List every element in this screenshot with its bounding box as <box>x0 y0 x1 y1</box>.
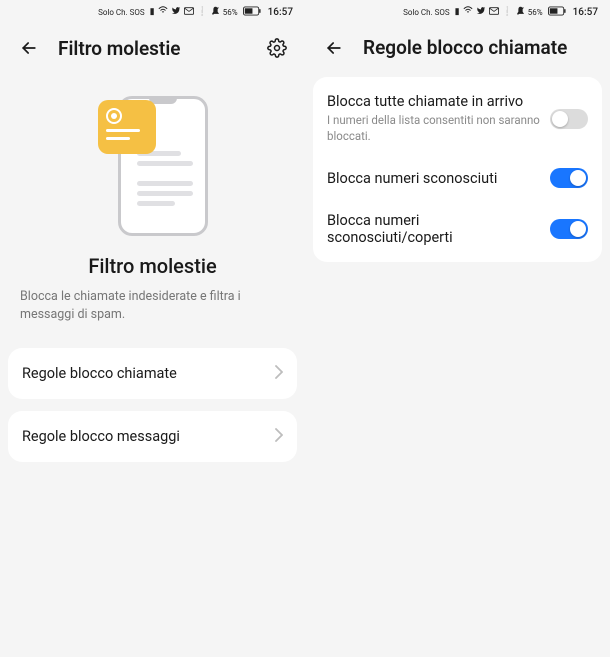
screen-left: Solo Ch. SOS ▮ ❕ 56% 16:57 Filtro molest… <box>0 0 305 657</box>
setting-block-hidden: Blocca numeri sconosciuti/coperti <box>313 200 602 258</box>
settings-card: Blocca tutte chiamate in arrivo I numeri… <box>313 77 602 262</box>
header: Filtro molestie <box>0 24 305 74</box>
setting-subtitle: I numeri della lista consentiti non sara… <box>327 113 540 144</box>
back-button[interactable] <box>18 37 40 59</box>
back-button[interactable] <box>323 37 345 59</box>
header: Regole blocco chiamate <box>305 24 610 73</box>
status-time: 16:57 <box>573 7 598 18</box>
hero-subtitle: Blocca le chiamate indesiderate e filtra… <box>20 288 285 324</box>
status-bar: Solo Ch. SOS ▮ ❕ 56% 16:57 <box>0 0 305 24</box>
status-battery-pct: 56% <box>223 8 238 17</box>
twitter-icon <box>476 6 486 18</box>
status-carrier: Solo Ch. SOS <box>403 8 450 17</box>
alert-icon: ❕ <box>502 8 513 17</box>
toggle-block-unknown[interactable] <box>550 168 588 188</box>
chevron-right-icon <box>275 427 283 446</box>
rules-message-item[interactable]: Regole blocco messaggi <box>8 411 297 462</box>
mute-icon <box>211 6 220 19</box>
setting-title: Blocca numeri sconosciuti <box>327 170 540 187</box>
status-battery-pct: 56% <box>528 8 543 17</box>
sim-icon: ▮ <box>455 8 460 17</box>
setting-title: Blocca numeri sconosciuti/coperti <box>327 212 540 246</box>
alert-icon: ❕ <box>197 8 208 17</box>
status-carrier: Solo Ch. SOS <box>98 8 145 17</box>
toggle-block-all-incoming[interactable] <box>550 109 588 129</box>
sim-icon: ▮ <box>150 8 155 17</box>
setting-title: Blocca tutte chiamate in arrivo <box>327 93 540 110</box>
hero-illustration <box>98 86 208 236</box>
page-title: Regole blocco chiamate <box>363 36 594 59</box>
list-item-label: Regole blocco messaggi <box>22 428 180 445</box>
rules-list: Regole blocco chiamate Regole blocco mes… <box>0 330 305 462</box>
wifi-icon <box>158 6 168 18</box>
toggle-block-hidden[interactable] <box>550 219 588 239</box>
mail-icon <box>489 7 499 18</box>
twitter-icon <box>171 6 181 18</box>
setting-block-all-incoming: Blocca tutte chiamate in arrivo I numeri… <box>313 81 602 156</box>
battery-icon <box>548 6 566 19</box>
wifi-icon <box>463 6 473 18</box>
setting-block-unknown: Blocca numeri sconosciuti <box>313 156 602 200</box>
page-title: Filtro molestie <box>58 37 265 60</box>
status-time: 16:57 <box>268 7 293 18</box>
battery-icon <box>243 6 261 19</box>
mail-icon <box>184 7 194 18</box>
rules-call-item[interactable]: Regole blocco chiamate <box>8 348 297 399</box>
settings-button[interactable] <box>265 36 289 60</box>
hero-section: Filtro molestie Blocca le chiamate indes… <box>0 74 305 330</box>
list-item-label: Regole blocco chiamate <box>22 365 177 382</box>
chevron-right-icon <box>275 364 283 383</box>
hero-title: Filtro molestie <box>88 254 216 278</box>
mute-icon <box>516 6 525 19</box>
status-bar: Solo Ch. SOS ▮ ❕ 56% 16:57 <box>305 0 610 24</box>
screen-right: Solo Ch. SOS ▮ ❕ 56% 16:57 Regole blocco… <box>305 0 610 657</box>
